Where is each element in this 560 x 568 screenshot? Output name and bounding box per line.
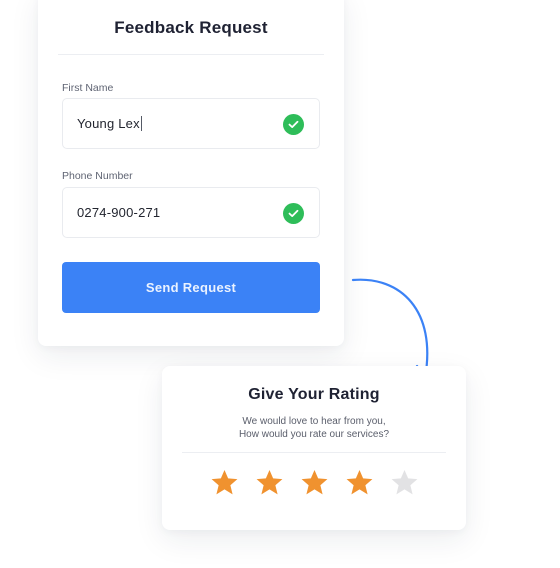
first-name-text: Young Lex bbox=[77, 116, 140, 131]
star-icon[interactable] bbox=[345, 469, 374, 496]
first-name-value: Young Lex bbox=[77, 116, 142, 131]
phone-number-value: 0274-900-271 bbox=[77, 205, 161, 220]
rating-divider bbox=[182, 452, 446, 453]
star-rating bbox=[162, 469, 466, 496]
stage: Feedback Request First Name Young Lex Ph… bbox=[0, 0, 560, 568]
phone-number-label: Phone Number bbox=[62, 170, 133, 182]
rating-subtitle: We would love to hear from you, How woul… bbox=[162, 415, 466, 441]
text-caret bbox=[140, 116, 142, 131]
check-circle-icon bbox=[283, 203, 304, 224]
rating-card: Give Your Rating We would love to hear f… bbox=[162, 366, 466, 530]
first-name-label: First Name bbox=[62, 82, 114, 94]
star-icon[interactable] bbox=[390, 469, 419, 496]
star-icon[interactable] bbox=[255, 469, 284, 496]
rating-subtitle-line: We would love to hear from you, bbox=[242, 416, 386, 427]
rating-title: Give Your Rating bbox=[248, 386, 380, 403]
send-request-button[interactable]: Send Request bbox=[62, 262, 320, 313]
title-divider bbox=[58, 54, 324, 55]
star-icon[interactable] bbox=[210, 469, 239, 496]
check-circle-icon bbox=[283, 114, 304, 135]
first-name-input[interactable]: Young Lex bbox=[62, 98, 320, 149]
phone-number-input[interactable]: 0274-900-271 bbox=[62, 187, 320, 238]
feedback-title: Feedback Request bbox=[114, 18, 268, 37]
rating-subtitle-line: How would you rate our services? bbox=[238, 429, 390, 440]
feedback-request-card: Feedback Request First Name Young Lex Ph… bbox=[38, 0, 344, 346]
star-icon[interactable] bbox=[300, 469, 329, 496]
